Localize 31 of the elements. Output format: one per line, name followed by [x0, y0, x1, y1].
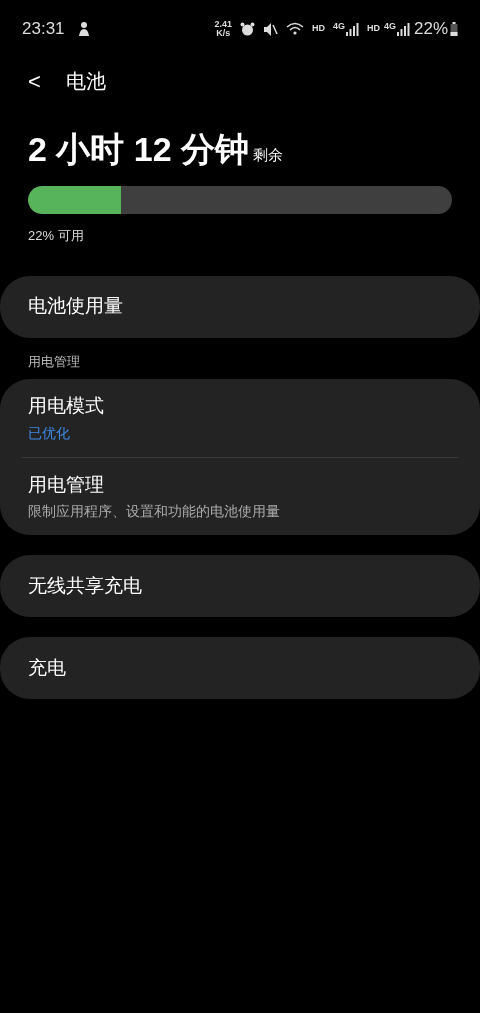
available-text: 22% 可用: [28, 227, 85, 245]
section-heading: 用电管理: [27, 352, 81, 371]
item-value: 已优化: [28, 423, 71, 443]
mute-icon: [262, 21, 278, 37]
signal-icon: [395, 22, 410, 36]
settings-item[interactable]: 电池使用量: [22, 275, 458, 338]
network-type: 4G: [332, 20, 345, 33]
network-speed-unit: K/s: [216, 29, 231, 38]
wifi-icon: [285, 22, 304, 36]
remaining-label: 剩余: [253, 144, 284, 165]
settings-item[interactable]: 无线共享充电: [22, 555, 458, 617]
back-button[interactable]: <: [28, 64, 66, 98]
network-speed: 2.41: [214, 20, 232, 29]
network-type: 4G: [383, 20, 396, 33]
battery-icon: [450, 22, 458, 36]
signal-icon: [344, 22, 359, 36]
item-title: 用电模式: [28, 394, 105, 418]
item-title: 用电管理: [28, 472, 105, 497]
page-title: 电池: [66, 69, 106, 94]
settings-item[interactable]: 用电模式 已优化: [22, 379, 458, 457]
settings-item[interactable]: 用电管理 限制应用程序、设置和功能的电池使用量: [22, 456, 458, 535]
item-title: 无线共享充电: [28, 573, 143, 598]
item-title: 电池使用量: [28, 294, 124, 319]
hd-label: HD: [311, 22, 325, 36]
battery-percent: 22%: [413, 18, 448, 41]
item-subtitle: 限制应用程序、设置和功能的电池使用量: [28, 502, 281, 521]
settings-item[interactable]: 充电: [22, 637, 458, 699]
time-remaining: 2 小时 12 分钟: [28, 132, 250, 166]
hd-label: HD: [366, 22, 380, 36]
item-title: 充电: [28, 655, 67, 680]
status-time: 23:31: [22, 18, 65, 41]
